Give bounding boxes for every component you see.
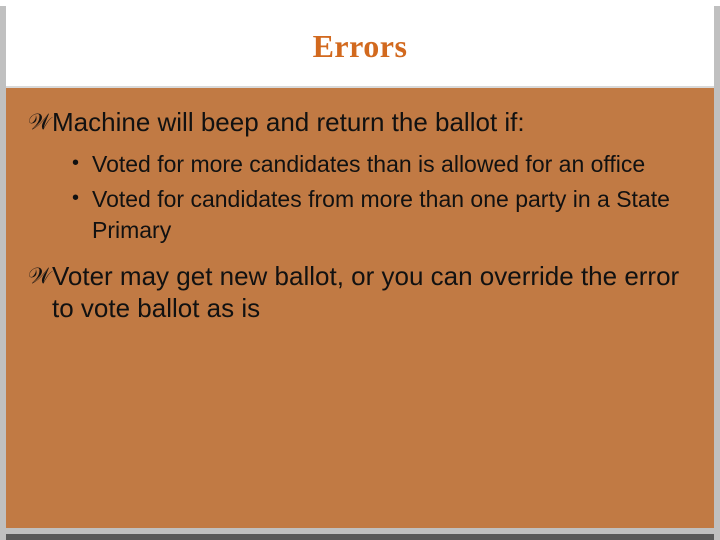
slide: Errors 𝒲 Machine will beep and return th… bbox=[0, 6, 720, 540]
bullet-main-1: 𝒲 Machine will beep and return the ballo… bbox=[28, 106, 686, 139]
slide-body: 𝒲 Machine will beep and return the ballo… bbox=[6, 88, 714, 528]
slide-header: Errors bbox=[6, 6, 714, 88]
bullet-sub-1: • Voted for more candidates than is allo… bbox=[72, 149, 686, 180]
swash-icon: 𝒲 bbox=[28, 106, 52, 136]
swash-icon: 𝒲 bbox=[28, 260, 52, 290]
bottom-accent-bar bbox=[6, 534, 714, 540]
slide-title: Errors bbox=[313, 28, 408, 65]
dot-icon: • bbox=[72, 184, 92, 212]
sub-list: • Voted for more candidates than is allo… bbox=[28, 149, 686, 246]
bullet-sub-2: • Voted for candidates from more than on… bbox=[72, 184, 686, 246]
bullet-main-2-text: Voter may get new ballot, or you can ove… bbox=[52, 260, 686, 325]
bullet-sub-1-text: Voted for more candidates than is allowe… bbox=[92, 149, 686, 180]
bullet-sub-2-text: Voted for candidates from more than one … bbox=[92, 184, 686, 246]
bullet-main-1-text: Machine will beep and return the ballot … bbox=[52, 106, 686, 139]
bullet-main-2: 𝒲 Voter may get new ballot, or you can o… bbox=[28, 260, 686, 325]
dot-icon: • bbox=[72, 149, 92, 177]
